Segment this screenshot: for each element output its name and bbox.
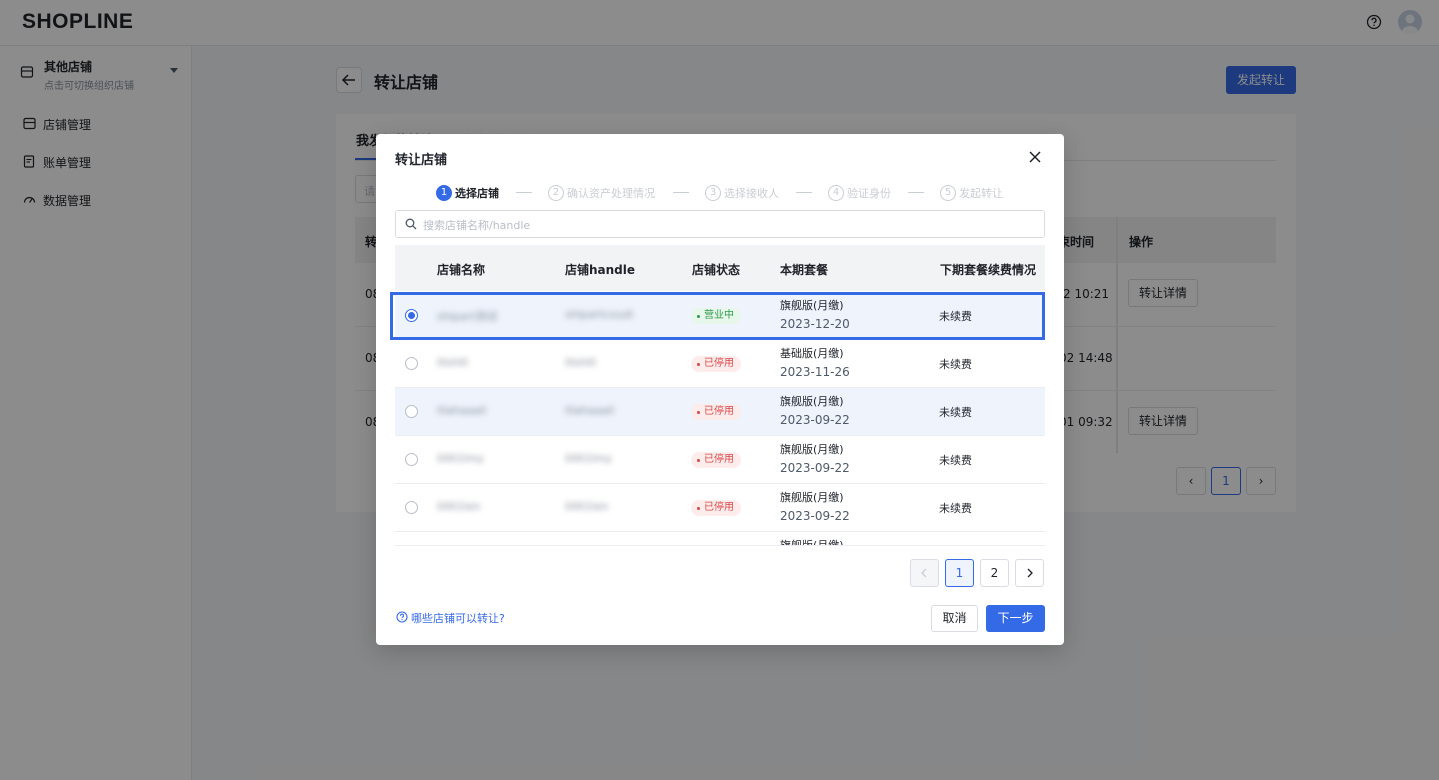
status-badge: 营业中 [691, 308, 741, 324]
store-name-cell: lllahaaall [437, 404, 487, 417]
store-name-cell: shlpart测试 [437, 310, 498, 323]
column-header-status: 店铺状态 [692, 263, 741, 277]
plan-date: 2023-12-20 [780, 317, 850, 331]
table-row[interactable]: lllahaaall lllahaaall 已停用 旗舰版(月缴) 2023-0… [395, 388, 1045, 436]
search-icon [405, 218, 417, 230]
store-name-cell: lllllt1len [437, 500, 481, 513]
store-search-field[interactable] [395, 210, 1045, 238]
pagination-page-1[interactable]: 1 [945, 559, 974, 587]
plan-name: 旗舰版(月缴) [780, 299, 844, 312]
modal-title: 转让店铺 [395, 153, 448, 168]
plan-date: 2023-09-22 [780, 413, 850, 427]
column-header-renewal: 下期套餐续费情况 [940, 263, 1037, 277]
help-circle-icon [396, 611, 408, 623]
plan-name: 旗舰版(月缴) [780, 395, 844, 408]
step-number: 1 [436, 185, 452, 201]
plan-date: 2023-09-22 [780, 461, 850, 475]
help-link-label: 哪些店铺可以转让? [411, 612, 505, 625]
plan-name: 旗舰版(月缴) [780, 491, 844, 504]
plan-date: 2023-09-22 [780, 509, 850, 523]
status-badge: 已停用 [691, 356, 741, 372]
column-header-handle: 店铺handle [565, 263, 636, 277]
step-connector [516, 192, 532, 193]
status-badge: 已停用 [691, 500, 741, 516]
store-handle-cell: shlpartcoudi [565, 308, 634, 321]
table-row[interactable]: lllllt1lmy lllllt1lmy 已停用 旗舰版(月缴) 2023-0… [395, 436, 1045, 484]
store-handle-cell: lllahaaall [565, 404, 615, 417]
step-label: 发起转让 [959, 187, 1003, 200]
step-connector [796, 192, 812, 193]
plan-date: 2023-11-26 [780, 365, 850, 379]
step-number: 2 [548, 185, 564, 201]
step-label: 选择店铺 [455, 187, 499, 200]
store-name-cell: lllllt1lmy [437, 452, 484, 465]
store-name-cell: lllshlll [437, 356, 469, 369]
table-row[interactable]: lllllt1len lllllt1len 已停用 旗舰版(月缴) 2023-0… [395, 484, 1045, 532]
table-header: 店铺名称 店铺handle 店铺状态 本期套餐 下期套餐续费情况 [395, 245, 1045, 291]
pagination-page-2[interactable]: 2 [980, 559, 1009, 587]
pagination-next-button[interactable] [1015, 559, 1044, 587]
cancel-button[interactable]: 取消 [931, 605, 978, 632]
step-number: 4 [828, 185, 844, 201]
step-label: 选择接收人 [724, 187, 779, 200]
renewal-status: 未续费 [939, 502, 972, 515]
table-row[interactable]: lllshlll lllshlll 已停用 基础版(月缴) 2023-11-26… [395, 340, 1045, 388]
store-handle-cell: lllshlll [565, 356, 597, 369]
row-radio[interactable] [405, 405, 418, 418]
renewal-status: 未续费 [939, 310, 972, 323]
renewal-status: 未续费 [939, 454, 972, 467]
table-row[interactable]: 旗舰版(月缴) [395, 532, 1045, 546]
row-radio[interactable] [405, 501, 418, 514]
store-table: 店铺名称 店铺handle 店铺状态 本期套餐 下期套餐续费情况 shlpart… [395, 245, 1045, 546]
store-search-input[interactable] [423, 215, 1023, 235]
chevron-right-icon [1027, 568, 1033, 578]
renewal-status: 未续费 [939, 406, 972, 419]
step-number: 5 [940, 185, 956, 201]
transfer-store-modal: 转让店铺 1 选择店铺 2 确认资产处理情况 3 选择接收人 4 验证身份 5 … [376, 134, 1064, 645]
step-label: 确认资产处理情况 [567, 187, 655, 200]
step-connector [673, 192, 689, 193]
close-icon[interactable] [1028, 150, 1042, 164]
next-step-button[interactable]: 下一步 [986, 605, 1045, 632]
step-connector [908, 192, 924, 193]
row-radio[interactable] [405, 309, 418, 322]
row-radio[interactable] [405, 357, 418, 370]
plan-name: 旗舰版(月缴) [780, 539, 844, 546]
store-handle-cell: lllllt1len [565, 500, 609, 513]
pagination-prev-button[interactable] [910, 559, 939, 587]
step-label: 验证身份 [847, 187, 891, 200]
plan-name: 旗舰版(月缴) [780, 443, 844, 456]
column-header-store-name: 店铺名称 [437, 263, 486, 277]
renewal-status: 未续费 [939, 358, 972, 371]
row-radio[interactable] [405, 453, 418, 466]
status-badge: 已停用 [691, 452, 741, 468]
status-badge: 已停用 [691, 404, 741, 420]
store-handle-cell: lllllt1lmy [565, 452, 612, 465]
table-row[interactable]: shlpart测试 shlpartcoudi 营业中 旗舰版(月缴) 2023-… [395, 292, 1045, 340]
plan-name: 基础版(月缴) [780, 347, 844, 360]
column-header-plan: 本期套餐 [780, 263, 829, 277]
chevron-left-icon [921, 568, 927, 578]
step-number: 3 [705, 185, 721, 201]
